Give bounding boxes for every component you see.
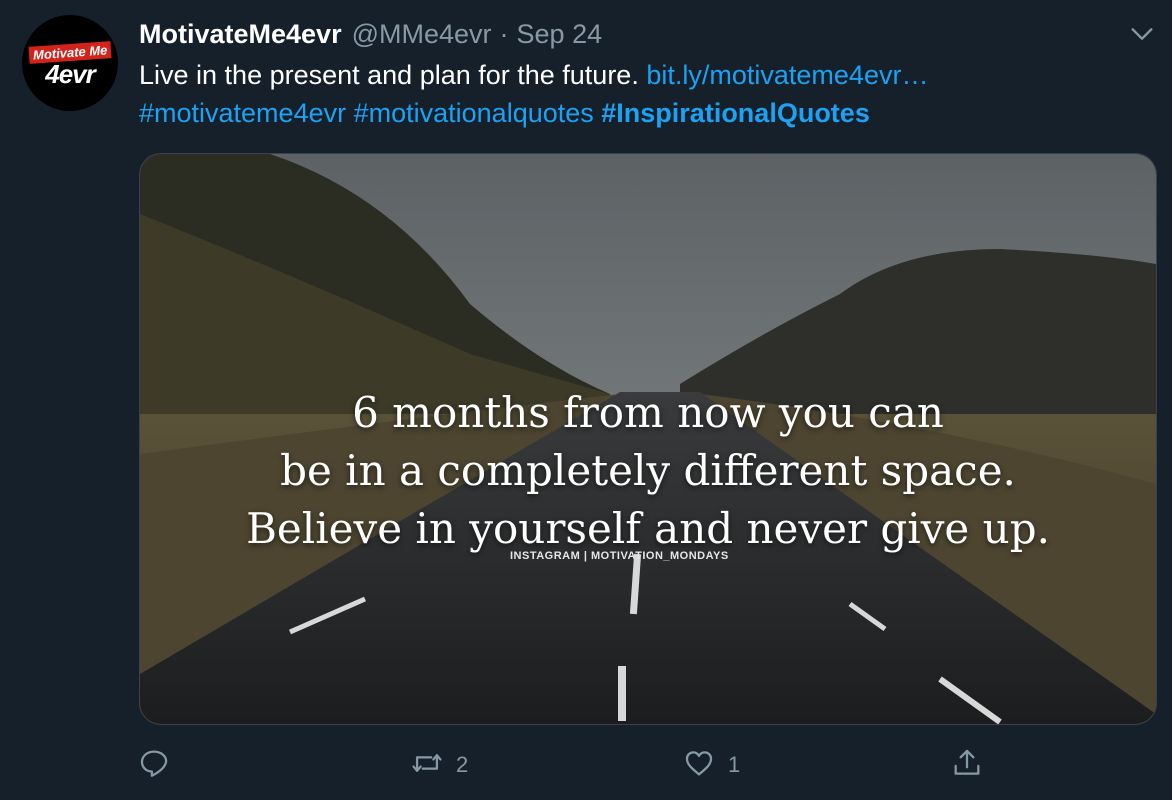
tweet-actions: 2 1 <box>0 740 1172 790</box>
avatar-logo-bottom: 4evr <box>45 59 95 89</box>
tweet-body: Live in the present and plan for the fut… <box>139 60 639 90</box>
chevron-down-icon[interactable] <box>1128 20 1156 48</box>
display-name[interactable]: MotivateMe4evr <box>139 19 342 50</box>
quote-line: be in a completely different space. <box>280 446 1016 495</box>
tweet-header: MotivateMe4evr @MMe4evr · Sep 24 <box>139 14 602 54</box>
user-handle[interactable]: @MMe4evr <box>352 19 492 50</box>
tweet[interactable]: Motivate Me 4evr MotivateMe4evr @MMe4evr… <box>0 0 1172 800</box>
reply-button[interactable] <box>137 740 171 790</box>
tweet-date[interactable]: Sep 24 <box>517 19 603 50</box>
avatar[interactable]: Motivate Me 4evr <box>22 15 118 111</box>
retweet-count: 2 <box>456 752 469 777</box>
heart-icon <box>682 746 716 785</box>
retweet-icon <box>410 746 444 785</box>
like-button[interactable]: 1 <box>682 740 740 790</box>
quote-line: 6 months from now you can <box>352 388 944 437</box>
tweet-link[interactable]: bit.ly/motivateme4evr… <box>646 60 928 90</box>
like-count: 1 <box>728 752 741 777</box>
share-button[interactable] <box>950 740 984 790</box>
separator-dot: · <box>499 18 509 49</box>
avatar-logo-top: Motivate Me <box>28 41 112 64</box>
hashtag-link[interactable]: #motivateme4evr <box>139 98 346 128</box>
tweet-media-image[interactable]: 6 months from now you can be in a comple… <box>139 153 1157 725</box>
hashtag-link[interactable]: #InspirationalQuotes <box>601 98 870 128</box>
reply-icon <box>137 746 171 785</box>
share-icon <box>950 746 984 785</box>
image-credit: INSTAGRAM | MOTIVATION_MONDAYS <box>510 550 729 562</box>
retweet-button[interactable]: 2 <box>410 740 468 790</box>
hashtag-link[interactable]: #motivationalquotes <box>354 98 594 128</box>
tweet-text: Live in the present and plan for the fut… <box>139 56 1149 132</box>
quote-overlay: 6 months from now you can be in a comple… <box>140 384 1156 558</box>
